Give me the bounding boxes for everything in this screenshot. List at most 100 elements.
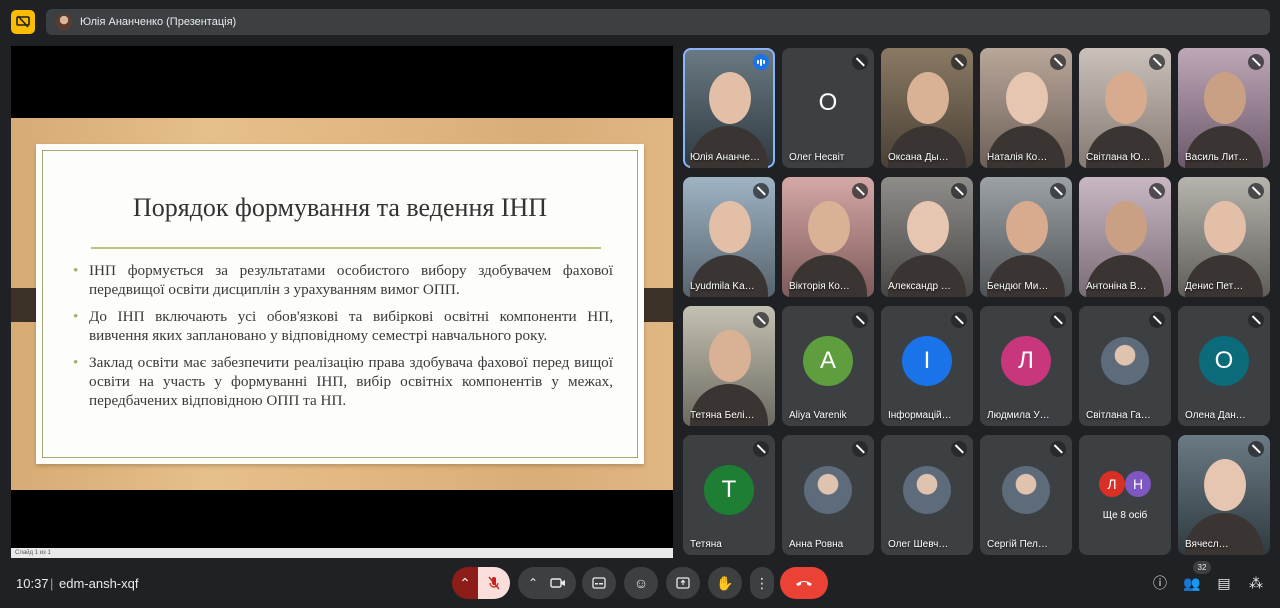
participant-tile[interactable]: A Aliya Varenik <box>782 306 874 426</box>
participant-tile[interactable]: Василь Лит… <box>1178 48 1270 168</box>
participant-name: Людмила У… <box>987 410 1050 421</box>
participant-name: Тетяна <box>690 539 722 550</box>
participant-tile[interactable]: Юлія Ананче… <box>683 48 775 168</box>
chevron-up-icon: ⌃ <box>527 576 539 590</box>
participant-name: Бендюг Ми… <box>987 281 1049 292</box>
present-button[interactable] <box>666 567 700 599</box>
chat-button[interactable]: ▤ <box>1215 574 1233 592</box>
mic-options-button[interactable]: ⌃ <box>452 567 478 599</box>
mic-off-icon <box>1248 312 1264 328</box>
mic-off-icon <box>753 441 769 457</box>
participant-tile[interactable]: Л Н Ще 8 осіб <box>1079 435 1171 555</box>
participant-initial: A <box>803 336 853 387</box>
mic-off-icon <box>1050 183 1066 199</box>
participant-name: Ще 8 осіб <box>1102 510 1148 521</box>
participant-tile[interactable]: Олег Шевч… <box>881 435 973 555</box>
participant-avatar <box>1101 337 1149 386</box>
participant-tile[interactable]: Денис Пет… <box>1178 177 1270 297</box>
participant-name: Світлана Га… <box>1086 410 1151 421</box>
participant-video-face <box>1105 201 1147 253</box>
mic-off-icon <box>852 312 868 328</box>
participant-tile[interactable]: Вячесл… <box>1178 435 1270 555</box>
presentation-icon[interactable] <box>11 10 35 34</box>
participant-tile[interactable]: Антоніна В… <box>1079 177 1171 297</box>
participant-name: Інформацій… <box>888 410 952 421</box>
chevron-up-icon: ⌃ <box>459 574 471 591</box>
leave-call-button[interactable] <box>780 567 828 599</box>
participant-initial: Л <box>1001 336 1051 387</box>
participant-tile[interactable]: О Олег Несвіт <box>782 48 874 168</box>
participant-name: Lyudmila Ka… <box>690 281 755 292</box>
captions-button[interactable] <box>582 567 616 599</box>
participant-name: Олена Дан… <box>1185 410 1246 421</box>
participant-video-face <box>1204 72 1246 124</box>
mic-off-icon <box>951 54 967 70</box>
mic-off-icon <box>951 312 967 328</box>
participant-tile[interactable]: Вікторія Ко… <box>782 177 874 297</box>
bottom-bar: 10:37 | edm-ansh-xqf ⌃ ⌃ ☺ ✋ ⋮ ⓘ 32 👥 ▤ … <box>0 558 1280 608</box>
slide-bullet: До ІНП включають усі обов'язкові та вибі… <box>73 307 613 345</box>
mic-off-icon <box>852 54 868 70</box>
participant-name: Василь Лит… <box>1185 152 1249 163</box>
present-screen-icon <box>676 577 690 589</box>
microphone-button[interactable] <box>478 567 510 599</box>
info-button[interactable]: ⓘ <box>1151 574 1169 592</box>
mic-off-icon <box>1050 441 1066 457</box>
slide-bullet: ІНП формується за результатами особистог… <box>73 261 613 299</box>
slide-background: Порядок формування та ведення ІНП ІНП фо… <box>11 118 673 490</box>
activities-button[interactable]: ⁂ <box>1247 574 1265 592</box>
participant-name: Сергій Пел… <box>987 539 1048 550</box>
participant-name: Світлана Ю… <box>1086 152 1151 163</box>
participant-tile[interactable]: Александр … <box>881 177 973 297</box>
presentation-stage: Порядок формування та ведення ІНП ІНП фо… <box>11 46 673 558</box>
participant-name: Олег Несвіт <box>789 152 845 163</box>
people-button[interactable]: 👥 <box>1183 574 1201 592</box>
mic-off-icon <box>1248 54 1264 70</box>
participant-name: Оксана Ды… <box>888 152 949 163</box>
mic-off-icon <box>951 441 967 457</box>
participant-name: Антоніна В… <box>1086 281 1147 292</box>
participant-tile[interactable]: Lyudmila Ka… <box>683 177 775 297</box>
participant-tile[interactable]: Наталія Ко… <box>980 48 1072 168</box>
mic-off-icon <box>1149 183 1165 199</box>
participant-name: Aliya Varenik <box>789 410 847 421</box>
participant-video-face <box>709 201 751 253</box>
participant-tile[interactable]: Світлана Ю… <box>1079 48 1171 168</box>
participant-tile[interactable]: Тетяна Белі… <box>683 306 775 426</box>
mic-off-icon <box>753 183 769 199</box>
clock: 10:37 <box>16 576 49 591</box>
participant-video-face <box>709 72 751 124</box>
participant-name: Вікторія Ко… <box>789 281 850 292</box>
participant-tile[interactable]: Анна Ровна <box>782 435 874 555</box>
participant-tile[interactable]: Бендюг Ми… <box>980 177 1072 297</box>
mic-off-icon <box>1050 312 1066 328</box>
participant-name: Олег Шевч… <box>888 539 949 550</box>
participant-tile[interactable]: І Інформацій… <box>881 306 973 426</box>
mic-off-icon <box>1248 441 1264 457</box>
mic-off-icon <box>852 183 868 199</box>
participant-tile[interactable]: Т Тетяна <box>683 435 775 555</box>
participant-name: Тетяна Белі… <box>690 410 755 421</box>
slide-bullet: Заклад освіти має забезпечити реалізацію… <box>73 353 613 410</box>
slide-title: Порядок формування та ведення ІНП <box>132 193 548 222</box>
reactions-button[interactable]: ☺ <box>624 567 658 599</box>
more-vert-icon: ⋮ <box>755 574 769 591</box>
camera-button[interactable]: ⌃ <box>518 567 576 599</box>
participant-video-face <box>1006 72 1048 124</box>
more-options-button[interactable]: ⋮ <box>750 567 774 599</box>
participant-name: Анна Ровна <box>789 539 844 550</box>
participant-avatar <box>804 466 852 515</box>
participants-count-badge: 32 <box>1193 561 1211 574</box>
participant-tile[interactable]: Л Людмила У… <box>980 306 1072 426</box>
raise-hand-button[interactable]: ✋ <box>708 567 742 599</box>
hang-up-icon <box>796 581 812 586</box>
participant-tile[interactable]: Оксана Ды… <box>881 48 973 168</box>
participant-video-face <box>1204 459 1246 511</box>
people-icon: 👥 <box>1183 574 1201 591</box>
participant-tile[interactable]: Світлана Га… <box>1079 306 1171 426</box>
participant-name: Александр … <box>888 281 951 292</box>
participant-tile[interactable]: Сергій Пел… <box>980 435 1072 555</box>
participant-initial: Т <box>704 465 754 516</box>
participant-tile[interactable]: О Олена Дан… <box>1178 306 1270 426</box>
mic-off-icon <box>951 183 967 199</box>
